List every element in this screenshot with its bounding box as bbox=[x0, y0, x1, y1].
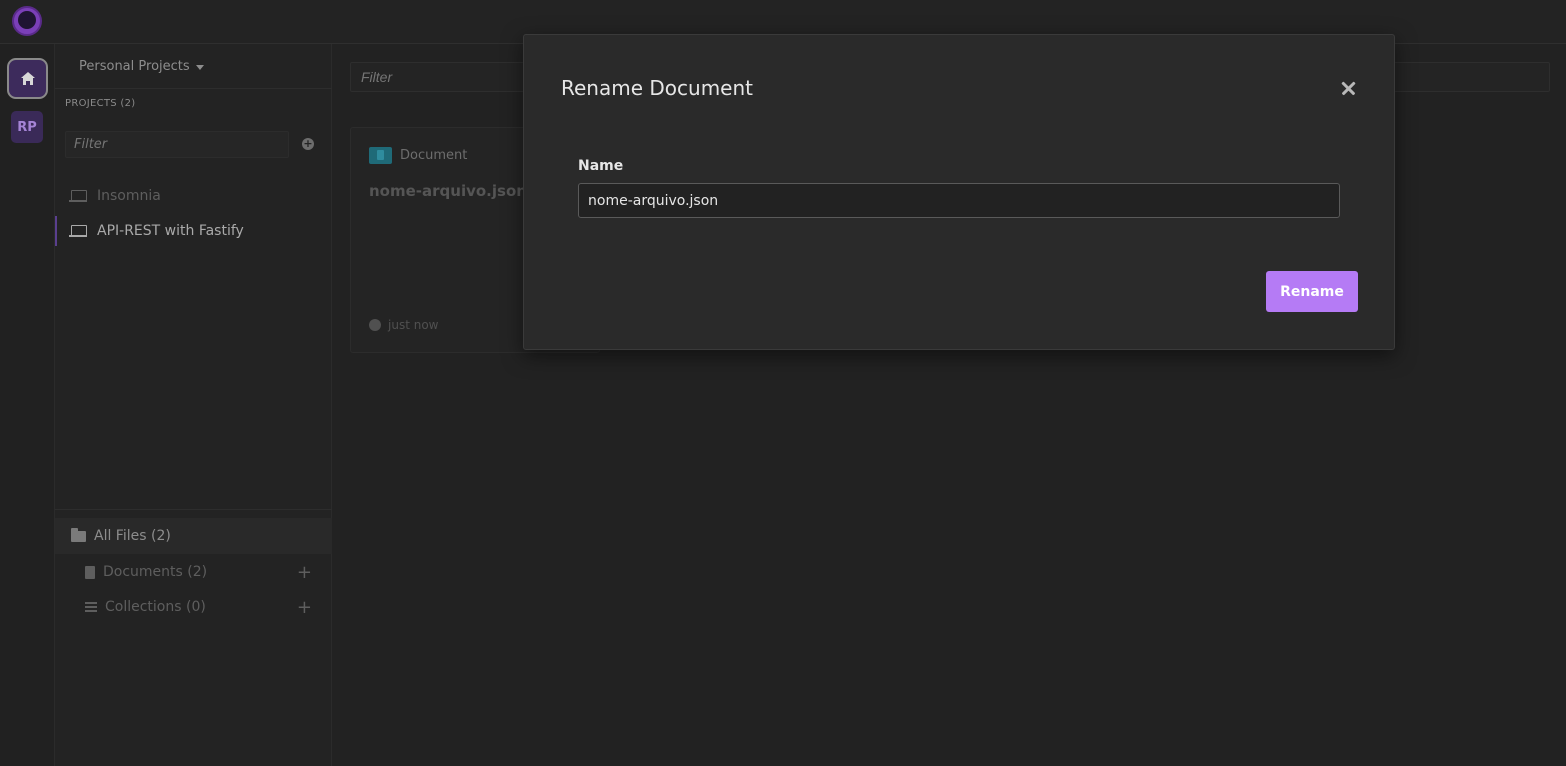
document-icon bbox=[369, 147, 392, 164]
project-item-label: API-REST with Fastify bbox=[97, 223, 244, 239]
add-collection-icon[interactable]: + bbox=[297, 597, 312, 618]
card-type: Document bbox=[369, 147, 467, 164]
name-field-label: Name bbox=[578, 158, 624, 174]
card-title: nome-arquivo.json bbox=[369, 182, 527, 200]
organization-dropdown[interactable]: Personal Projects bbox=[79, 59, 204, 74]
organization-rail: RP bbox=[0, 44, 55, 766]
add-project-icon[interactable]: + bbox=[302, 138, 314, 150]
collections-item[interactable]: Collections (0) + bbox=[55, 592, 332, 622]
organization-dropdown-label: Personal Projects bbox=[79, 59, 190, 74]
all-files-label: All Files (2) bbox=[94, 528, 171, 544]
folder-icon bbox=[71, 527, 86, 542]
close-icon[interactable] bbox=[1338, 77, 1360, 99]
project-item-label: Insomnia bbox=[97, 188, 161, 204]
rename-document-modal: Rename Document Name Rename bbox=[523, 34, 1395, 350]
insomnia-logo-icon[interactable] bbox=[12, 6, 42, 36]
documents-item[interactable]: Documents (2) + bbox=[55, 557, 332, 587]
documents-label: Documents (2) bbox=[103, 564, 208, 580]
card-type-label: Document bbox=[400, 148, 468, 163]
card-timestamp-label: just now bbox=[388, 318, 439, 332]
laptop-icon bbox=[69, 225, 87, 237]
collections-label: Collections (0) bbox=[105, 599, 206, 615]
organization-avatar-button[interactable]: RP bbox=[11, 111, 43, 143]
card-timestamp: just now bbox=[369, 318, 438, 332]
project-item-insomnia[interactable]: Insomnia bbox=[55, 181, 332, 211]
home-button[interactable] bbox=[7, 58, 48, 99]
project-filter-input[interactable] bbox=[65, 131, 289, 158]
projects-header: PROJECTS (2) bbox=[65, 98, 136, 109]
list-icon bbox=[85, 602, 97, 612]
laptop-icon bbox=[69, 190, 87, 202]
clock-icon bbox=[369, 319, 381, 331]
divider bbox=[55, 88, 332, 89]
all-files-item[interactable]: All Files (2) bbox=[55, 518, 332, 554]
caret-down-icon bbox=[195, 65, 204, 70]
rename-button[interactable]: Rename bbox=[1266, 271, 1358, 312]
name-input[interactable] bbox=[578, 183, 1340, 218]
document-icon bbox=[85, 565, 95, 579]
divider bbox=[55, 509, 332, 510]
modal-title: Rename Document bbox=[561, 76, 753, 100]
add-document-icon[interactable]: + bbox=[297, 562, 312, 583]
home-icon bbox=[20, 72, 35, 85]
project-item-api-rest[interactable]: API-REST with Fastify bbox=[55, 216, 332, 246]
project-sidebar: Personal Projects PROJECTS (2) + Insomni… bbox=[55, 44, 332, 766]
